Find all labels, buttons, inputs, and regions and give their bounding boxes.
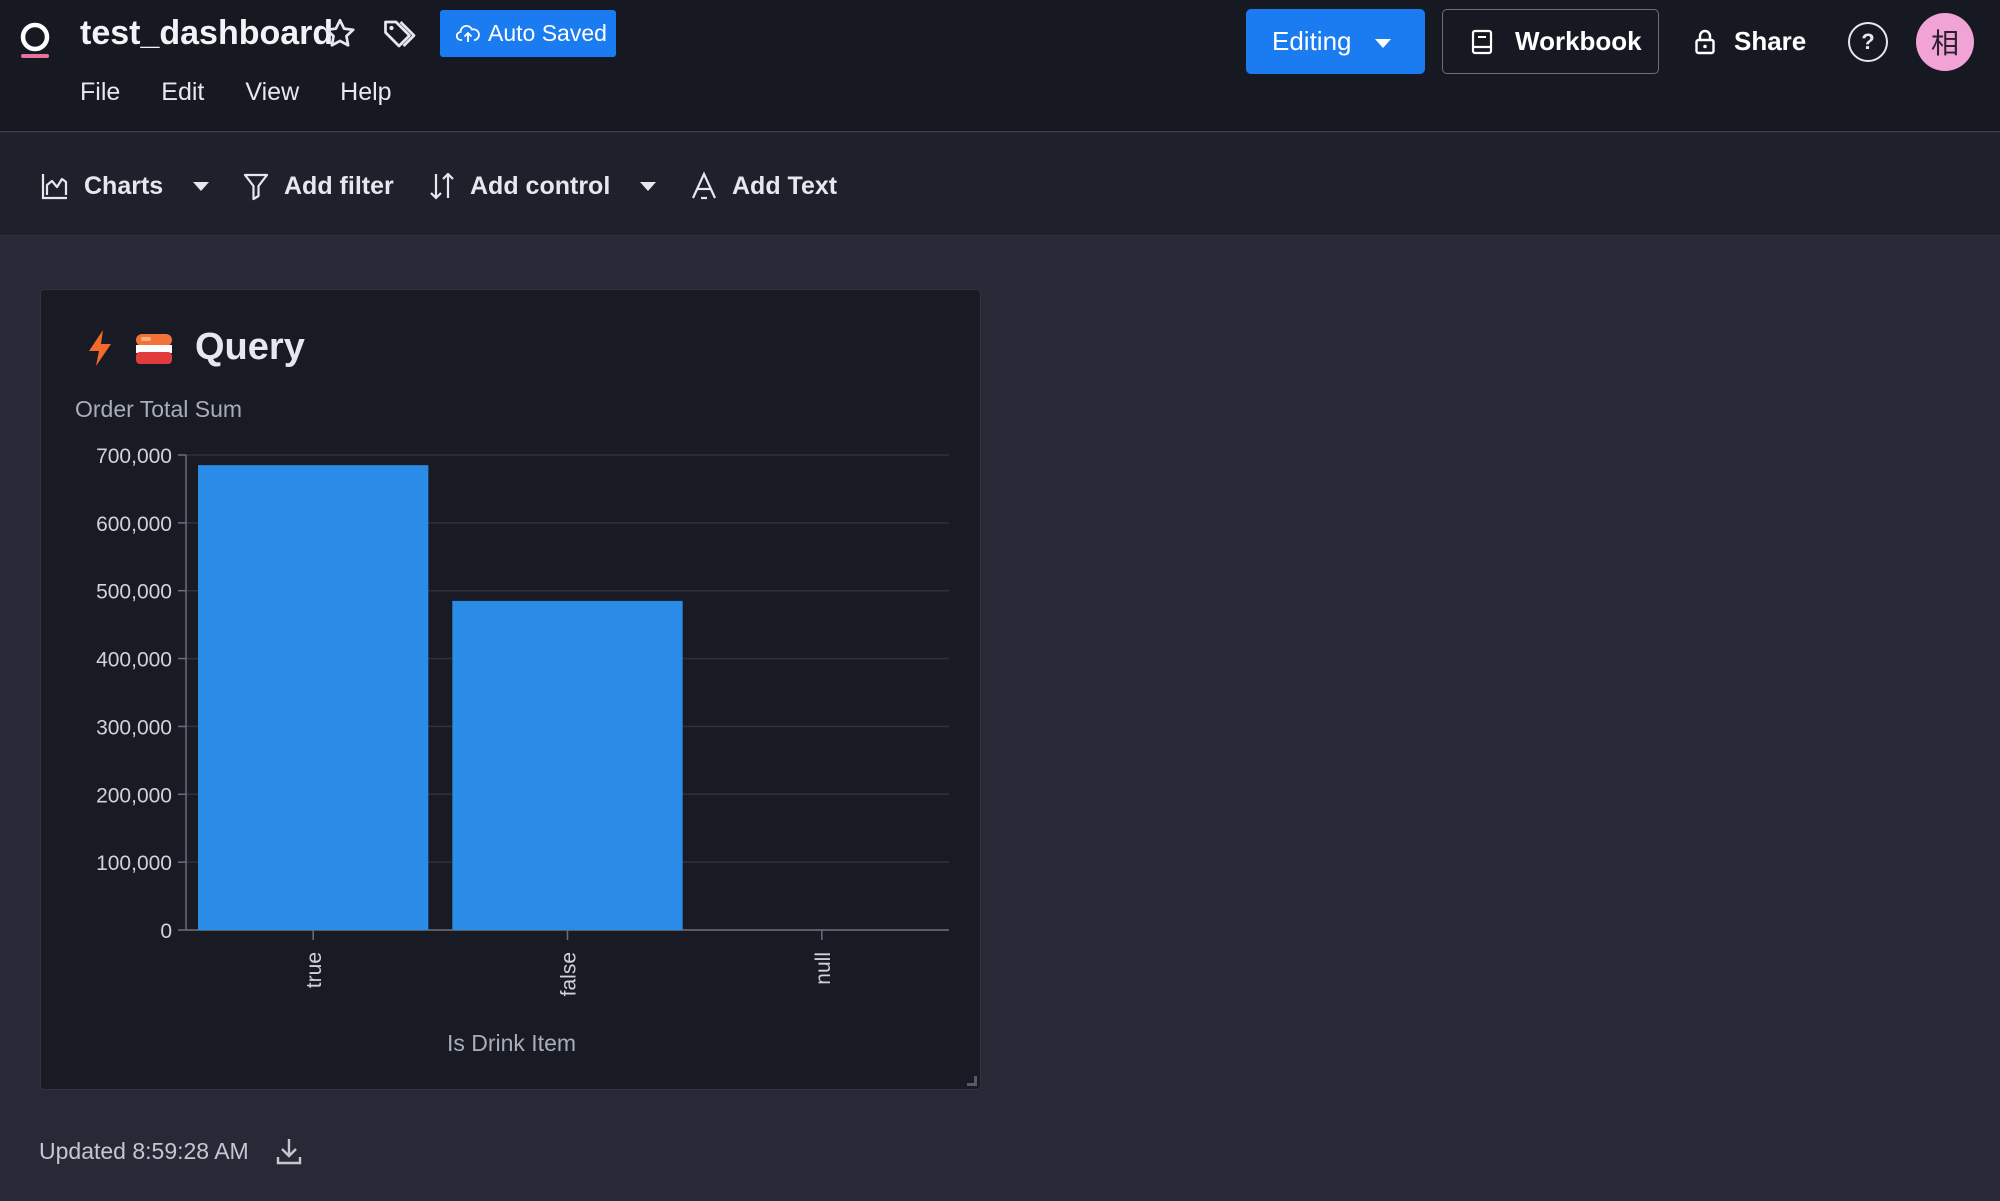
share-label: Share bbox=[1734, 26, 1807, 56]
auto-saved-label: Auto Saved bbox=[488, 20, 607, 46]
cloud-upload-icon bbox=[456, 24, 480, 42]
bar-chart: 0 100,000 200,000 300,000 400,000 500,000 600,… bbox=[96, 445, 949, 996]
updated-status: Updated 8:59:28 AM bbox=[39, 1136, 303, 1166]
auto-saved-badge: Auto Saved bbox=[440, 10, 616, 57]
dashboard-toolbar: Charts Add filter Add control Add Text bbox=[0, 133, 2000, 236]
sort-arrows-icon bbox=[430, 172, 454, 200]
y-tick-label: 700,000 bbox=[96, 445, 172, 468]
y-tick-label: 400,000 bbox=[96, 649, 172, 672]
x-tick-label: true bbox=[303, 952, 326, 988]
star-icon[interactable] bbox=[322, 16, 358, 52]
chart-icon bbox=[41, 174, 68, 200]
y-tick-label: 0 bbox=[160, 920, 172, 943]
charts-dropdown[interactable]: Charts bbox=[40, 170, 210, 202]
x-axis-title: Is Drink Item bbox=[446, 1030, 577, 1056]
menu-edit[interactable]: Edit bbox=[161, 78, 204, 107]
editing-label: Editing bbox=[1272, 26, 1352, 56]
workbook-button[interactable]: Workbook bbox=[1442, 9, 1659, 74]
updated-text: Updated 8:59:28 AM bbox=[39, 1137, 249, 1164]
download-icon[interactable] bbox=[275, 1136, 303, 1166]
help-icon[interactable]: ? bbox=[1848, 22, 1888, 62]
y-tick-label: 600,000 bbox=[96, 513, 172, 536]
add-control-dropdown[interactable]: Add control bbox=[428, 170, 657, 202]
add-filter-button[interactable]: Add filter bbox=[242, 170, 394, 202]
chevron-down-icon bbox=[1375, 39, 1391, 48]
share-button[interactable]: Share bbox=[1694, 9, 1806, 74]
charts-label: Charts bbox=[84, 171, 164, 200]
y-tick-label: 200,000 bbox=[96, 784, 172, 807]
dashboard-title[interactable]: test_dashboard bbox=[80, 14, 333, 53]
filter-icon bbox=[243, 173, 269, 201]
menu-bar: File Edit View Help bbox=[80, 78, 433, 107]
editing-mode-dropdown[interactable]: Editing bbox=[1246, 9, 1425, 74]
menu-view[interactable]: View bbox=[245, 78, 299, 107]
bar bbox=[452, 600, 683, 930]
app-logo-icon[interactable] bbox=[19, 20, 51, 60]
x-tick-label: null bbox=[812, 952, 835, 985]
book-icon bbox=[1471, 29, 1493, 54]
app-header: test_dashboard Auto Saved File Edit View… bbox=[0, 0, 2000, 132]
add-control-label: Add control bbox=[470, 171, 611, 200]
lock-icon bbox=[1695, 29, 1715, 54]
avatar[interactable]: 相 bbox=[1916, 13, 1974, 71]
chart-card[interactable]: Query Order Total Sum 0 100,000 200,000 300… bbox=[40, 289, 981, 1090]
x-tick-label: false bbox=[558, 952, 581, 996]
menu-help[interactable]: Help bbox=[340, 78, 391, 107]
resize-handle[interactable] bbox=[967, 1076, 977, 1086]
y-tick-label: 500,000 bbox=[96, 581, 172, 604]
text-icon bbox=[692, 171, 716, 200]
y-tick-label: 100,000 bbox=[96, 852, 172, 875]
y-tick-label: 300,000 bbox=[96, 716, 172, 739]
add-text-label: Add Text bbox=[732, 171, 838, 200]
add-filter-label: Add filter bbox=[284, 171, 394, 200]
add-text-button[interactable]: Add Text bbox=[690, 170, 837, 202]
chevron-down-icon bbox=[193, 181, 210, 191]
bar bbox=[198, 465, 429, 930]
tag-icon[interactable] bbox=[381, 16, 417, 52]
chevron-down-icon bbox=[640, 181, 657, 191]
menu-file[interactable]: File bbox=[80, 78, 120, 107]
workbook-label: Workbook bbox=[1515, 26, 1642, 56]
